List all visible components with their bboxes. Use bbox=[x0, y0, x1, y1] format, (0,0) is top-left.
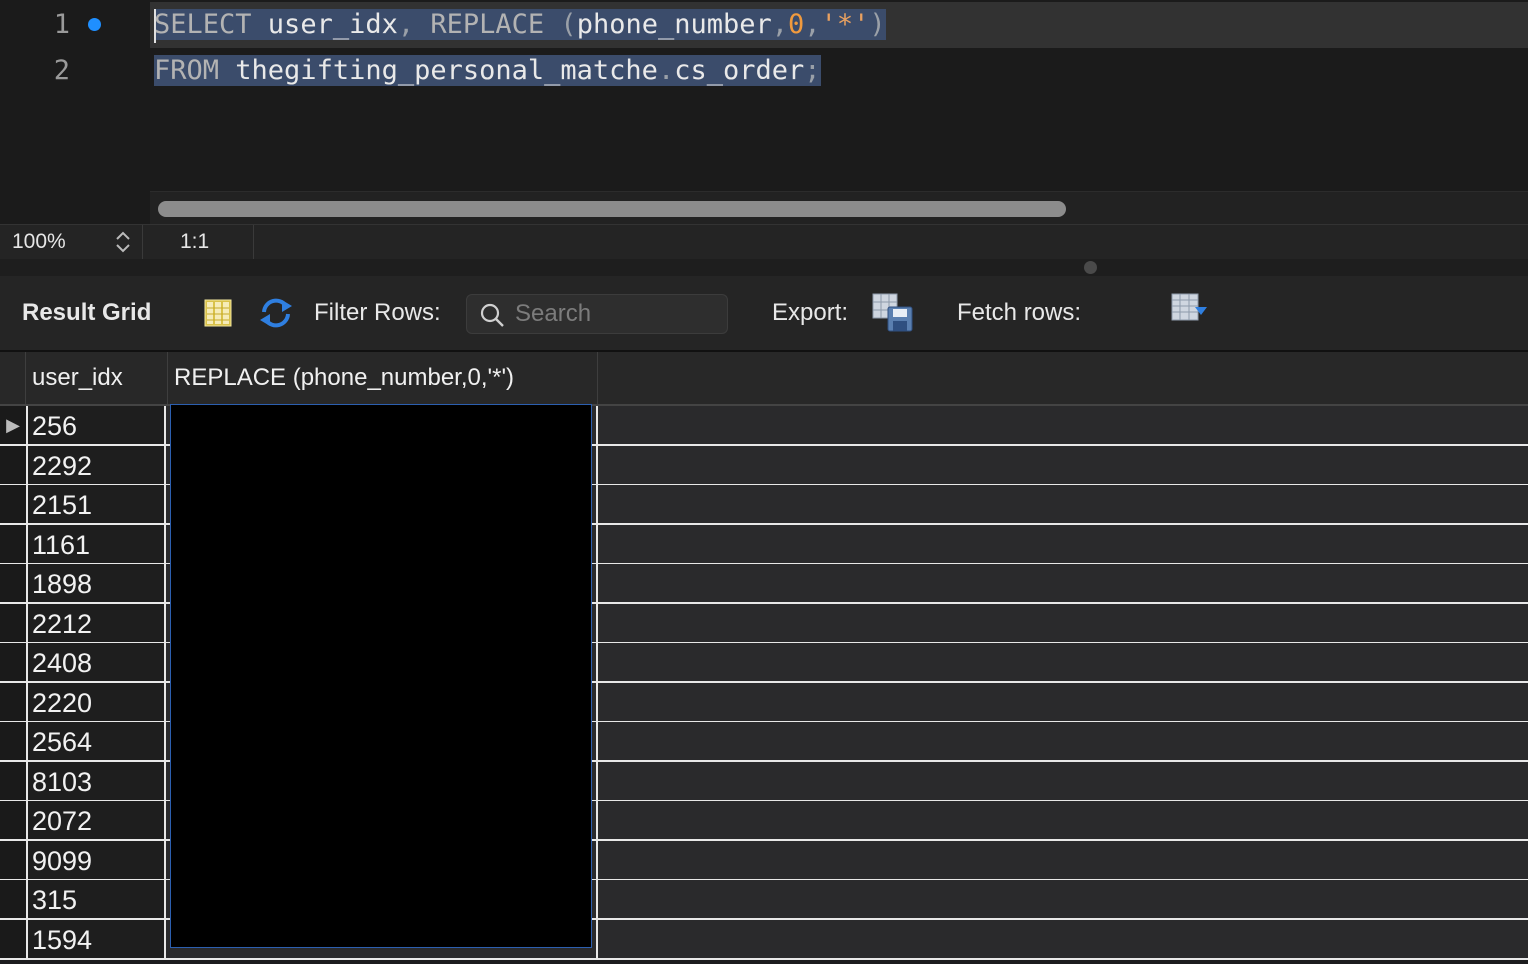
sql-token: , bbox=[804, 9, 821, 40]
cell-user-idx[interactable]: 2564 bbox=[28, 722, 166, 760]
row-marker[interactable] bbox=[0, 722, 28, 760]
cell-user-idx[interactable]: 1594 bbox=[28, 919, 166, 958]
sql-token: , bbox=[771, 9, 789, 40]
row-empty-space bbox=[596, 485, 1528, 523]
sql-token: user_idx bbox=[251, 9, 398, 40]
row-marker[interactable] bbox=[0, 485, 28, 523]
cell-user-idx[interactable]: 2408 bbox=[28, 643, 166, 681]
refresh-icon[interactable] bbox=[258, 296, 294, 337]
row-marker[interactable] bbox=[0, 880, 28, 918]
cell-user-idx[interactable]: 1898 bbox=[28, 564, 166, 602]
stepper-chevrons-icon[interactable] bbox=[112, 227, 134, 257]
row-marker-header bbox=[0, 352, 26, 404]
cell-user-idx[interactable]: 8103 bbox=[28, 761, 166, 800]
row-marker[interactable] bbox=[0, 524, 28, 563]
filter-search-input[interactable] bbox=[513, 299, 717, 329]
cell-user-idx[interactable]: 256 bbox=[28, 406, 166, 444]
status-divider bbox=[142, 225, 143, 259]
zoom-level[interactable]: 100% bbox=[12, 230, 66, 254]
fetch-rows-icon[interactable] bbox=[1171, 293, 1211, 332]
row-empty-space bbox=[596, 406, 1528, 444]
export-label: Export: bbox=[772, 299, 849, 326]
cell-user-idx[interactable]: 2220 bbox=[28, 682, 166, 721]
filter-search-box[interactable] bbox=[466, 294, 728, 334]
sql-token: . bbox=[657, 55, 675, 86]
redacted-phone-column bbox=[170, 404, 592, 948]
code-line-1[interactable]: SELECT user_idx, REPLACE (phone_number,0… bbox=[154, 2, 886, 48]
row-marker[interactable] bbox=[0, 840, 28, 879]
sql-token: cs_order bbox=[674, 55, 805, 86]
current-statement-dot-icon bbox=[88, 18, 101, 31]
row-marker[interactable] bbox=[0, 643, 28, 681]
row-empty-space bbox=[596, 801, 1528, 839]
row-empty-space bbox=[596, 445, 1528, 484]
row-empty-space bbox=[596, 919, 1528, 958]
cell-user-idx[interactable]: 315 bbox=[28, 880, 166, 918]
cell-user-idx[interactable]: 2072 bbox=[28, 801, 166, 839]
sql-token: 0 bbox=[788, 9, 805, 40]
editor-status-bar: 100% 1:1 bbox=[0, 224, 1528, 260]
sql-token: ) bbox=[869, 9, 886, 40]
sql-token: '*' bbox=[820, 9, 870, 40]
scrollbar-thumb[interactable] bbox=[158, 201, 1066, 217]
code-line-2[interactable]: FROM thegifting_personal_matche.cs_order… bbox=[154, 48, 821, 94]
row-empty-space bbox=[596, 524, 1528, 563]
pane-splitter[interactable] bbox=[0, 259, 1528, 276]
search-icon bbox=[480, 303, 504, 327]
grid-header: user_idx REPLACE (phone_number,0,'*') bbox=[0, 352, 1528, 406]
cell-user-idx[interactable]: 1161 bbox=[28, 524, 166, 563]
sql-token: REPLACE bbox=[414, 9, 545, 40]
line-number-1: 1 bbox=[53, 9, 70, 40]
result-grid-title[interactable]: Result Grid bbox=[22, 299, 151, 327]
editor-gutter: 1 2 bbox=[0, 0, 150, 224]
column-header-replace-phone[interactable]: REPLACE (phone_number,0,'*') bbox=[168, 352, 598, 404]
row-marker[interactable] bbox=[0, 445, 28, 484]
fetch-rows-label: Fetch rows: bbox=[957, 299, 1082, 326]
splitter-handle[interactable] bbox=[1084, 261, 1097, 274]
row-marker[interactable] bbox=[0, 801, 28, 839]
column-layout-icon[interactable] bbox=[203, 298, 233, 335]
export-save-icon[interactable] bbox=[872, 293, 914, 340]
row-marker[interactable]: ▶ bbox=[0, 406, 28, 444]
line-number-2: 2 bbox=[53, 55, 70, 86]
sql-token: phone_number bbox=[576, 9, 772, 40]
sql-token: FROM bbox=[154, 55, 220, 86]
row-empty-space bbox=[596, 603, 1528, 642]
cell-user-idx[interactable]: 2212 bbox=[28, 603, 166, 642]
sql-editor[interactable]: 1 2 SELECT user_idx, REPLACE (phone_numb… bbox=[0, 0, 1528, 225]
sql-token: , bbox=[397, 9, 415, 40]
cell-user-idx[interactable]: 9099 bbox=[28, 840, 166, 879]
sql-token: thegifting_personal_matche bbox=[219, 55, 658, 86]
sql-token: SELECT bbox=[154, 9, 252, 40]
sql-token: ( bbox=[544, 9, 577, 40]
row-empty-space bbox=[596, 761, 1528, 800]
column-header-user-idx[interactable]: user_idx bbox=[26, 352, 168, 404]
sql-token: ; bbox=[804, 55, 821, 86]
editor-horizontal-scrollbar[interactable] bbox=[150, 191, 1528, 225]
row-marker[interactable] bbox=[0, 564, 28, 602]
row-empty-space bbox=[596, 840, 1528, 879]
result-toolbar: Result Grid Filter Rows: Export: bbox=[0, 276, 1528, 352]
row-empty-space bbox=[596, 722, 1528, 760]
filter-rows-label: Filter Rows: bbox=[314, 299, 441, 326]
row-empty-space bbox=[596, 564, 1528, 602]
row-marker[interactable] bbox=[0, 919, 28, 958]
cell-user-idx[interactable]: 2151 bbox=[28, 485, 166, 523]
row-marker[interactable] bbox=[0, 761, 28, 800]
row-empty-space bbox=[596, 643, 1528, 681]
cell-user-idx[interactable]: 2292 bbox=[28, 445, 166, 484]
zoom-stepper[interactable] bbox=[112, 227, 134, 257]
row-marker[interactable] bbox=[0, 603, 28, 642]
cursor-position: 1:1 bbox=[180, 230, 210, 253]
status-divider bbox=[253, 225, 254, 259]
row-empty-space bbox=[596, 880, 1528, 918]
row-marker[interactable] bbox=[0, 682, 28, 721]
row-empty-space bbox=[596, 682, 1528, 721]
